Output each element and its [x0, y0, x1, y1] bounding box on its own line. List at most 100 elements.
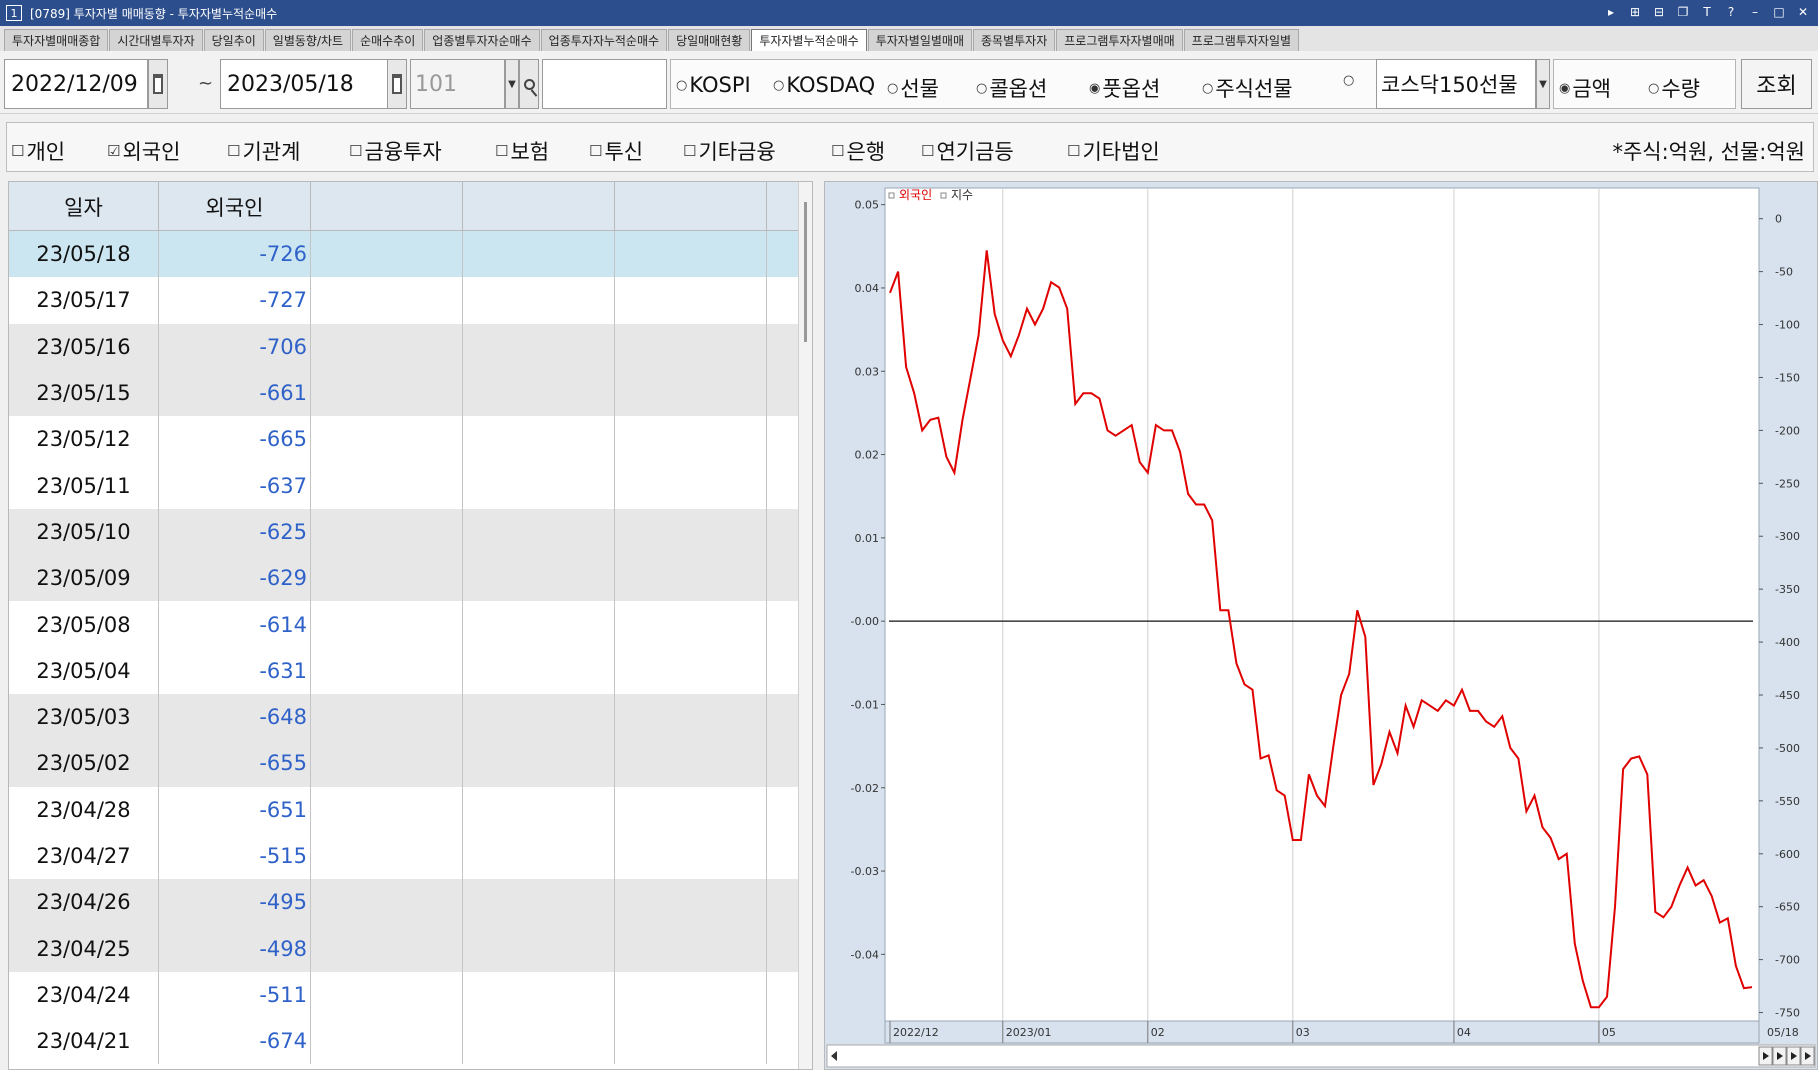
table-row[interactable]: 23/05/08 -614	[9, 601, 799, 648]
empty-cell	[311, 508, 463, 556]
tab-8[interactable]: 투자자별누적순매수	[751, 29, 867, 51]
radio-kosdaq[interactable]: ○ KOSDAQ	[773, 73, 875, 97]
checkbox-investor-8[interactable]: ☐ 연기금등	[921, 136, 1014, 166]
checkbox-checked-icon: ☑	[107, 142, 121, 160]
table-row[interactable]: 23/05/04 -631	[9, 647, 799, 694]
cascade-icon[interactable]: ❐	[1676, 4, 1690, 20]
end-calendar-button[interactable]	[387, 59, 407, 109]
table-row[interactable]: 23/04/28 -651	[9, 786, 799, 833]
table-row[interactable]: 23/04/21 -674	[9, 1018, 799, 1065]
tab-5[interactable]: 업종별투자자순매수	[424, 29, 540, 51]
start-date-input[interactable]: 2022/12/09	[4, 59, 148, 109]
radio-mark: ○	[976, 80, 988, 96]
app-badge[interactable]: 1	[6, 5, 22, 21]
radio-stock-futures[interactable]: ○ 주식선물	[1202, 73, 1293, 103]
table-row[interactable]: 23/05/16 -706	[9, 323, 799, 370]
column-header-2[interactable]	[311, 182, 463, 231]
tab-6[interactable]: 업종투자자누적순매수	[540, 29, 668, 51]
radio-call-option[interactable]: ○ 콜옵션	[976, 73, 1047, 103]
close-icon[interactable]: ✕	[1796, 4, 1810, 20]
tab-2[interactable]: 당일추이	[203, 29, 264, 51]
search-button[interactable]	[519, 59, 539, 109]
split-icon[interactable]: ⊟	[1652, 4, 1666, 20]
next-icon[interactable]: ▸	[1604, 4, 1618, 20]
left-tick-label: -0.04	[851, 948, 879, 961]
column-header-3[interactable]	[463, 182, 615, 231]
table-row[interactable]: 23/05/03 -648	[9, 693, 799, 741]
x-end-label: 05/18	[1767, 1026, 1799, 1039]
foreigner-value-cell: -706	[159, 323, 311, 370]
grid-vertical-scrollbar[interactable]	[798, 182, 812, 1069]
code-dropdown-button[interactable]: ▼	[505, 59, 519, 109]
chart-horizontal-scrollbar[interactable]	[826, 1044, 1816, 1068]
tab-4[interactable]: 순매수추이	[352, 29, 424, 51]
empty-cell	[311, 693, 463, 741]
help-icon[interactable]: ?	[1724, 4, 1738, 20]
right-tick-label: -350	[1775, 583, 1800, 596]
table-row[interactable]: 23/05/18 -726	[9, 231, 799, 278]
tab-10[interactable]: 종목별투자자	[973, 29, 1056, 51]
checkbox-investor-5[interactable]: ☐ 투신	[589, 136, 643, 166]
checkbox-investor-4[interactable]: ☐ 보험	[495, 136, 549, 166]
radio-kospi[interactable]: ○ KOSPI	[676, 73, 751, 97]
column-header-4[interactable]	[615, 182, 767, 231]
tab-7[interactable]: 당일매매현황	[668, 29, 751, 51]
table-row[interactable]: 23/05/17 -727	[9, 277, 799, 324]
left-tick-label: -0.00	[851, 615, 879, 628]
tab-9[interactable]: 투자자별일별매매	[867, 29, 973, 51]
right-tick-label: -600	[1775, 848, 1800, 861]
product-select[interactable]: 코스닥150선물	[1376, 59, 1536, 109]
foreigner-value-cell: -631	[159, 647, 311, 694]
table-row[interactable]: 23/05/11 -637	[9, 462, 799, 509]
scrollbar-thumb[interactable]	[804, 202, 807, 342]
table-row[interactable]: 23/04/26 -495	[9, 879, 799, 926]
foreigner-value-cell: -727	[159, 277, 311, 324]
tab-1[interactable]: 시간대별투자자	[109, 29, 203, 51]
empty-cell	[311, 1018, 463, 1065]
radio-futures[interactable]: ○ 선물	[887, 73, 939, 103]
left-tick-label: 0.01	[855, 532, 880, 545]
checkbox-unchecked-icon: ☐	[227, 142, 241, 160]
column-header-5[interactable]	[767, 182, 799, 231]
empty-cell	[311, 462, 463, 509]
checkbox-investor-1[interactable]: ☑ 외국인	[107, 136, 180, 166]
query-button[interactable]: 조회	[1741, 59, 1812, 109]
checkbox-investor-3[interactable]: ☐ 금융투자	[349, 136, 442, 166]
tab-3[interactable]: 일별동향/차트	[264, 29, 352, 51]
data-grid: 일자 외국인 23/05/18 -726 23/05/17 -727 23/05/16 -7…	[8, 181, 813, 1070]
table-row[interactable]: 23/05/10 -625	[9, 508, 799, 556]
table-row[interactable]: 23/05/12 -665	[9, 416, 799, 463]
code-input[interactable]: 101	[410, 59, 505, 109]
end-date-input[interactable]: 2023/05/18	[220, 59, 388, 109]
empty-cell	[311, 879, 463, 926]
radio-quantity[interactable]: ○ 수량	[1648, 73, 1700, 103]
product-dropdown-button[interactable]: ▼	[1536, 59, 1550, 109]
minimize-icon[interactable]: –	[1748, 4, 1762, 20]
checkbox-investor-6[interactable]: ☐ 기타금융	[683, 136, 776, 166]
table-row[interactable]: 23/04/25 -498	[9, 925, 799, 972]
column-header-1[interactable]: 외국인	[159, 182, 311, 231]
checkbox-investor-9[interactable]: ☐ 기타법인	[1067, 136, 1160, 166]
table-row[interactable]: 23/04/27 -515	[9, 832, 799, 880]
table-row[interactable]: 23/04/24 -511	[9, 971, 799, 1019]
tab-12[interactable]: 프로그램투자자일별	[1183, 29, 1300, 51]
table-row[interactable]: 23/05/15 -661	[9, 369, 799, 417]
empty-cell	[463, 832, 615, 880]
tab-11[interactable]: 프로그램투자자별매매	[1056, 29, 1183, 51]
checkbox-investor-0[interactable]: ☐ 개인	[11, 136, 65, 166]
font-icon[interactable]: T	[1700, 4, 1714, 20]
table-row[interactable]: 23/05/02 -655	[9, 740, 799, 787]
tab-0[interactable]: 투자자별매매종합	[4, 29, 109, 51]
start-calendar-button[interactable]	[148, 59, 168, 109]
radio-put-option[interactable]: ◉ 풋옵션	[1089, 73, 1160, 103]
table-row[interactable]: 23/05/09 -629	[9, 555, 799, 602]
maximize-icon[interactable]: □	[1772, 4, 1786, 20]
empty-cell	[767, 832, 799, 880]
right-tick-label: -400	[1775, 636, 1800, 649]
grid-icon[interactable]: ⊞	[1628, 4, 1642, 20]
checkbox-investor-2[interactable]: ☐ 기관계	[227, 136, 300, 166]
column-header-0[interactable]: 일자	[9, 182, 159, 231]
checkbox-investor-7[interactable]: ☐ 은행	[831, 136, 885, 166]
radio-product[interactable]: ○	[1343, 73, 1356, 88]
radio-amount[interactable]: ◉ 금액	[1559, 73, 1611, 103]
